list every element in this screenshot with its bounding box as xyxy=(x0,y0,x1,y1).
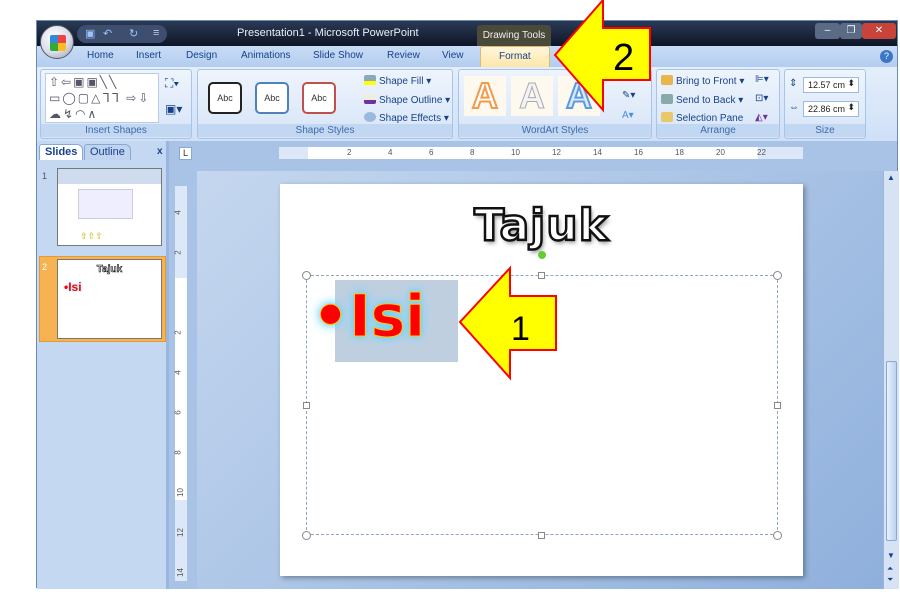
callout-arrows: 2 1 xyxy=(458,0,651,381)
callout-arrow-2 xyxy=(553,0,651,113)
callout-label-2: 2 xyxy=(613,37,634,79)
callout-arrow-1 xyxy=(458,265,557,381)
callout-label-1: 1 xyxy=(511,310,530,348)
office-logo-icon xyxy=(50,35,66,51)
office-button[interactable] xyxy=(40,25,74,59)
